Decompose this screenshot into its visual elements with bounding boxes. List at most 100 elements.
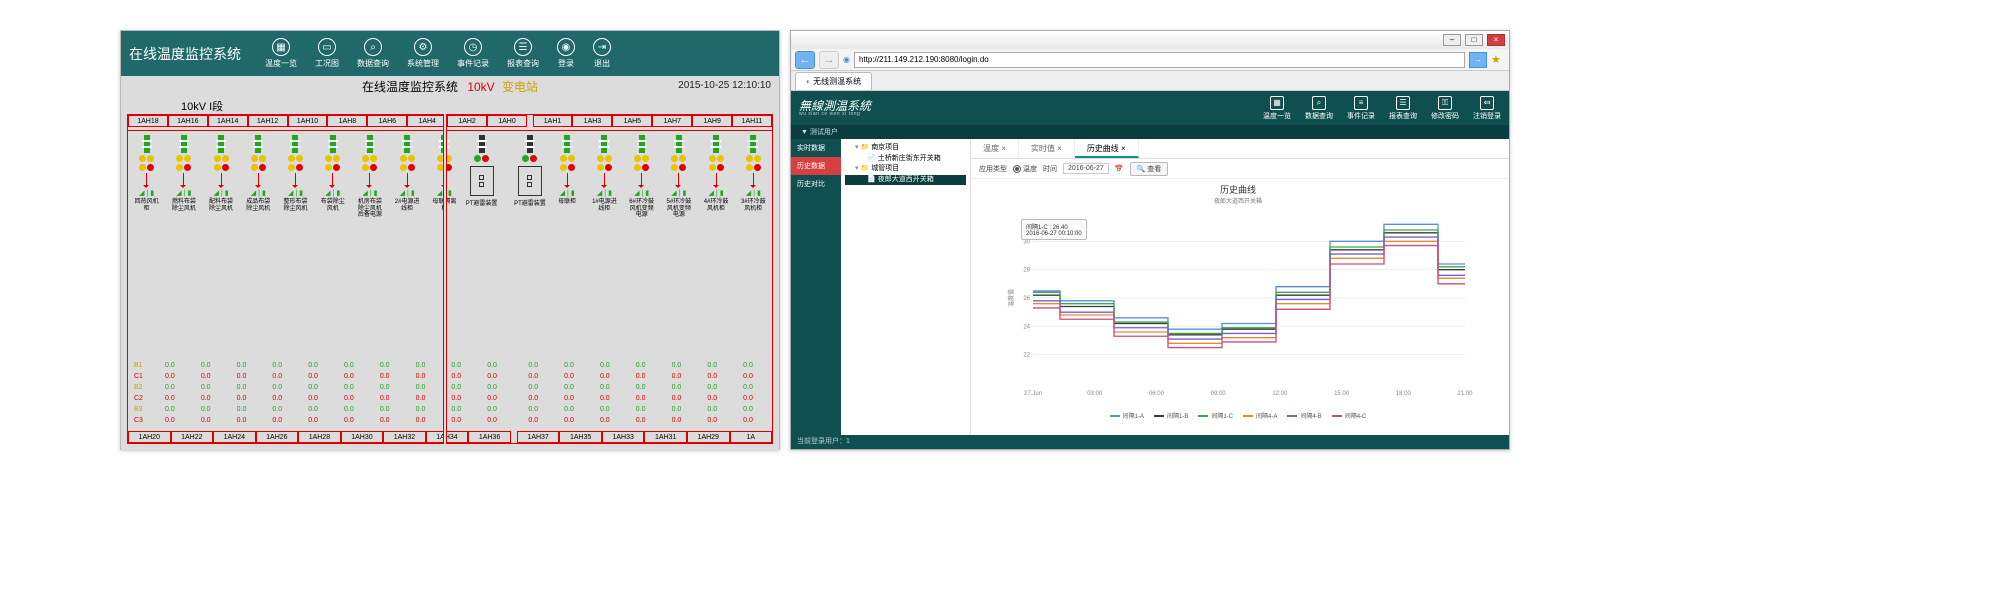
feeder-label: 3#环冷鼓风机柜 xyxy=(739,199,767,212)
nav-gear-icon[interactable]: ⚙系统管理 xyxy=(407,38,439,69)
measurement-row: C30.00.00.00.00.00.00.00.00.00.00.00.00.… xyxy=(134,415,766,426)
svg-text:18:00: 18:00 xyxy=(1396,391,1412,397)
content-tab[interactable]: 实时值 × xyxy=(1019,139,1075,158)
single-line-diagram: 1AH181AH161AH141AH121AH101AH81AH61AH41AH… xyxy=(127,114,773,444)
window-minimize-button[interactable]: – xyxy=(1443,34,1461,46)
svg-text:12:00: 12:00 xyxy=(1272,391,1288,397)
user-icon: ◉ xyxy=(557,38,575,56)
nav-magnify-icon[interactable]: ⌕数据查询 xyxy=(1305,96,1333,121)
bay-label: 1AH7 xyxy=(652,115,692,127)
bay-label: 1AH28 xyxy=(298,431,341,443)
grid-icon: ▦ xyxy=(1270,96,1284,110)
browser-window: – □ × ← → ◉ → ★ ◐ 无线测温系统 無線測温系統 wu xian … xyxy=(790,30,1510,450)
nav-logout-icon[interactable]: ⤆注销登录 xyxy=(1473,96,1501,121)
filter-time-label: 时间 xyxy=(1043,164,1057,174)
content-tab[interactable]: 历史曲线 × xyxy=(1075,139,1139,158)
window-close-button[interactable]: × xyxy=(1487,34,1505,46)
tree-node[interactable]: 📁南京项目 xyxy=(845,143,966,154)
logout-icon: ⤆ xyxy=(1480,96,1494,110)
window-titlebar: – □ × xyxy=(791,31,1509,49)
nav-list-icon[interactable]: ≡事件记录 xyxy=(1347,96,1375,121)
browser-go-button[interactable]: → xyxy=(1469,52,1487,68)
bay-label: 1AH26 xyxy=(256,431,299,443)
monitor-icon: ▭ xyxy=(318,38,336,56)
legend-item[interactable]: 间隔1-A xyxy=(1110,411,1144,420)
browser-forward-button[interactable]: → xyxy=(819,51,839,69)
bay-label: 1AH6 xyxy=(367,115,407,127)
timestamp: 2015-10-25 12:10:10 xyxy=(678,80,771,91)
feeder-label: 燃料布袋除尘风机 xyxy=(170,199,198,212)
view-button[interactable]: 🔍 查看 xyxy=(1130,162,1169,176)
browser-back-button[interactable]: ← xyxy=(795,51,815,69)
svg-text:26: 26 xyxy=(1023,296,1030,302)
browser-tabs: ◐ 无线测温系统 xyxy=(791,71,1509,91)
legend-item[interactable]: 间隔4-C xyxy=(1332,411,1367,420)
app-title: 在线温度监控系统 xyxy=(129,44,241,64)
list-icon: ≡ xyxy=(1354,96,1368,110)
bay-label: 1AH31 xyxy=(644,431,687,443)
key-icon: ⚿ xyxy=(1438,96,1452,110)
legend-item[interactable]: 间隔1-C xyxy=(1198,411,1233,420)
feeder-label: 机房布袋除尘风机后备电源 xyxy=(356,199,384,219)
nav-clock-icon[interactable]: ◷事件记录 xyxy=(457,38,489,69)
svg-text:24: 24 xyxy=(1023,324,1030,330)
bay-label: 1AH11 xyxy=(732,115,772,127)
tree-node[interactable]: 📁城管项目 xyxy=(845,164,966,175)
svg-text:30: 30 xyxy=(1023,239,1030,245)
feeder-label: 母联柜 xyxy=(558,199,576,206)
bay-label: 1AH37 xyxy=(517,431,560,443)
nav-exit-icon[interactable]: ⇥退出 xyxy=(593,38,611,69)
nav-grid-icon[interactable]: ▦温度一览 xyxy=(265,38,297,69)
svg-text:06:00: 06:00 xyxy=(1149,391,1165,397)
bay-label: 1AH16 xyxy=(168,115,208,127)
calendar-icon[interactable]: 📅 xyxy=(1115,165,1124,173)
nav-magnify-icon[interactable]: ⌕数据查询 xyxy=(357,38,389,69)
legend-item[interactable]: 间隔1-B xyxy=(1154,411,1188,420)
legend-item[interactable]: 间隔4-A xyxy=(1243,411,1277,420)
bay-label: 1AH8 xyxy=(327,115,367,127)
scada-body: 在线温度监控系统 10kV 变电站 2015-10-25 12:10:10 10… xyxy=(121,76,779,451)
magnify-icon: ⌕ xyxy=(1312,96,1326,110)
svg-text:21:00: 21:00 xyxy=(1457,391,1473,397)
device-tree: 📁南京项目 📄土桥新庄街东开关箱 📁城管项目 📄夜郎大道西开关箱 xyxy=(841,139,971,435)
star-icon[interactable]: ★ xyxy=(1491,53,1505,66)
svg-text:09:00: 09:00 xyxy=(1211,391,1227,397)
bus-section-label: 10kV I段 xyxy=(181,98,223,114)
nav-key-icon[interactable]: ⚿修改密码 xyxy=(1431,96,1459,121)
user-bar[interactable]: ▼ 测试用户 xyxy=(791,125,1509,139)
exit-icon: ⇥ xyxy=(593,38,611,56)
browser-toolbar: ← → ◉ → ★ xyxy=(791,49,1509,71)
nav-document-icon[interactable]: ☰报表查询 xyxy=(507,38,539,69)
sidebar-item[interactable]: 历史对比 xyxy=(791,175,841,193)
svg-text:22: 22 xyxy=(1023,353,1030,359)
bay-label: 1AH9 xyxy=(692,115,732,127)
bay-label: 1AH30 xyxy=(341,431,384,443)
nav-user-icon[interactable]: ◉登录 xyxy=(557,38,575,69)
measurement-row: B20.00.00.00.00.00.00.00.00.00.00.00.00.… xyxy=(134,382,766,393)
content-tab[interactable]: 温度 × xyxy=(971,139,1019,158)
sidebar-item[interactable]: 实时数据 xyxy=(791,139,841,157)
bay-label: 1AH10 xyxy=(288,115,328,127)
status-bar: 当前登录用户：1 xyxy=(791,435,1509,449)
date-picker[interactable]: 2016-06-27 xyxy=(1063,163,1109,174)
tree-node-selected[interactable]: 📄夜郎大道西开关箱 xyxy=(845,175,966,186)
legend-item[interactable]: 间隔4-B xyxy=(1287,411,1321,420)
sidebar-item[interactable]: 历史数据 xyxy=(791,157,841,175)
nav-monitor-icon[interactable]: ▭工况图 xyxy=(315,38,339,69)
tree-node[interactable]: 📄土桥新庄街东开关箱 xyxy=(845,154,966,165)
scada-window: 在线温度监控系统 ▦温度一览 ▭工况图 ⌕数据查询 ⚙系统管理 ◷事件记录 ☰报表查询 ◉登… xyxy=(120,30,780,450)
bay-label: 1AH18 xyxy=(128,115,168,127)
browser-tab[interactable]: ◐ 无线测温系统 xyxy=(795,72,872,90)
feeder-label: 2#电源进线柜 xyxy=(393,199,421,212)
feeder-label: 5#环冷鼓风机变频电源 xyxy=(665,199,693,219)
nav-grid-icon[interactable]: ▦温度一览 xyxy=(1263,96,1291,121)
window-maximize-button[interactable]: □ xyxy=(1465,34,1483,46)
voltage-label: 10kV xyxy=(467,80,494,94)
bay-label: 1AH12 xyxy=(248,115,288,127)
feeder-label: 6#环冷鼓风机变频电源 xyxy=(628,199,656,219)
chart[interactable]: 历史曲线 夜郎大道西开关箱 222426283027.Jun03:0006:00… xyxy=(971,179,1509,435)
nav-document-icon[interactable]: ☰报表查询 xyxy=(1389,96,1417,121)
address-bar[interactable] xyxy=(854,52,1465,68)
radio-temperature[interactable]: 温度 xyxy=(1013,164,1037,174)
chart-subtitle: 夜郎大道西开关箱 xyxy=(975,196,1501,205)
